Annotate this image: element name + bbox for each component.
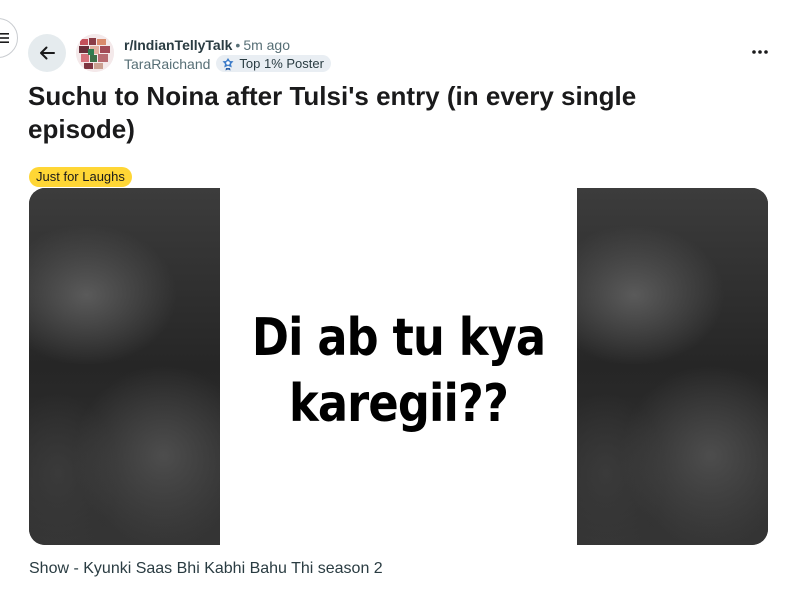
user-badge-label: Top 1% Poster [239,56,324,71]
more-horizontal-icon [752,50,768,54]
post-body: Show - Kyunki Saas Bhi Kabhi Bahu Thi se… [29,560,383,577]
back-button[interactable] [28,34,66,72]
author-link[interactable]: TaraRaichand [124,56,210,72]
meta-separator: • [235,37,241,53]
user-badge: Top 1% Poster [216,55,331,72]
post-title[interactable]: Suchu to Noina after Tulsi's entry (in e… [28,80,728,146]
image-blur-left [29,188,221,545]
post-page: r/IndianTellyTalk • 5m ago TaraRaichand To… [0,0,800,594]
post-meta-line: r/IndianTellyTalk • 5m ago [124,36,290,54]
post-flair[interactable]: Just for Laughs [29,167,132,187]
subreddit-avatar-image [76,34,114,72]
image-content: Di ab tu kya karegii?? [220,188,577,545]
top-poster-badge-icon [222,57,234,70]
image-caption: Di ab tu kya karegii?? [251,297,546,437]
image-blur-right [577,188,768,545]
subreddit-avatar[interactable] [76,34,114,72]
hamburger-menu-icon [0,33,9,43]
post-image[interactable]: Di ab tu kya karegii?? [29,188,768,545]
more-options-button[interactable] [748,42,772,62]
post-time: 5m ago [243,37,291,53]
image-caption-line2: karegii?? [288,373,509,434]
author-line: TaraRaichand Top 1% Poster [124,55,331,72]
hamburger-menu-button[interactable] [0,18,18,58]
subreddit-link[interactable]: r/IndianTellyTalk [124,37,232,53]
arrow-left-icon [40,46,55,60]
image-caption-line1: Di ab tu kya [251,307,546,368]
